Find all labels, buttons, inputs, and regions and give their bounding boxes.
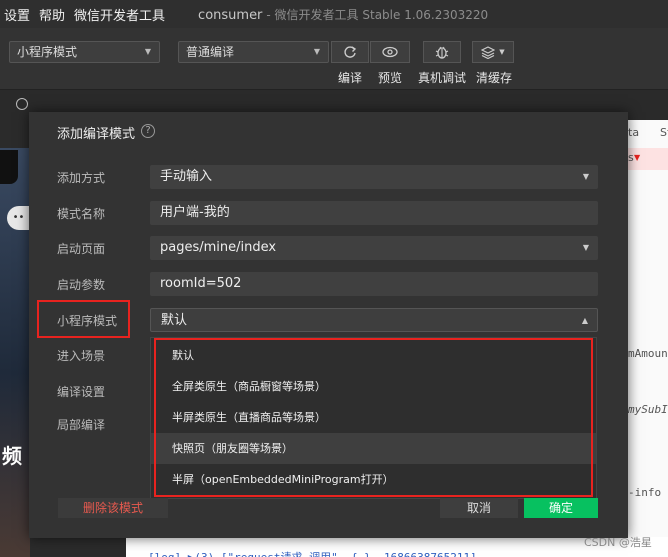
triangle-icon: ▼: [634, 153, 641, 162]
partial-compile-label: 局部编译: [57, 418, 106, 432]
mode-select-value: 小程序模式: [17, 45, 78, 59]
annotation-highlight-dropdown: [154, 338, 593, 497]
preview-label: 预览: [378, 71, 403, 85]
confirm-button[interactable]: 确定: [524, 498, 598, 518]
mode-name-value: 用户端-我的: [160, 205, 230, 220]
remote-debug-label: 真机调试: [418, 71, 467, 85]
menu-bar: 设置 帮助 微信开发者工具 consumer - 微信开发者工具 Stable 1…: [0, 0, 668, 28]
preview-button[interactable]: [370, 41, 410, 63]
toolbar: 小程序模式 ▼ 普通编译 ▼ ▼ 编译 预览 真机调试 清缓存: [0, 28, 668, 90]
clear-cache-label: 清缓存: [476, 71, 513, 85]
refresh-icon: [344, 46, 357, 58]
mode-select[interactable]: 小程序模式 ▼: [9, 41, 160, 63]
console-log-line: [log] ▶(3) ["request请求 调用", {…}, 1686638…: [148, 549, 477, 557]
remote-debug-button[interactable]: [423, 41, 461, 63]
menu-wechat-devtools[interactable]: 微信开发者工具: [74, 5, 165, 24]
help-icon[interactable]: ?: [141, 124, 155, 138]
app-title: - 微信开发者工具 Stable 1.06.2303220: [266, 7, 489, 22]
chevron-down-icon: ▼: [313, 47, 320, 56]
inspector-tab-b[interactable]: St: [660, 126, 668, 139]
add-method-value: 手动输入: [160, 169, 213, 184]
compile-select-value: 普通编译: [186, 45, 235, 59]
project-name: consumer: [198, 7, 263, 23]
inspector-tab-a[interactable]: ta: [628, 126, 639, 139]
dialog-title: 添加编译模式: [57, 127, 136, 142]
start-params-label: 启动参数: [57, 278, 106, 292]
code-line: mySubI: [628, 403, 668, 416]
chevron-up-icon: ▲: [581, 316, 588, 325]
chevron-down-icon: ▼: [144, 47, 151, 56]
menu-settings[interactable]: 设置: [4, 5, 30, 24]
sim-capsule-button[interactable]: ••: [7, 206, 30, 230]
mini-mode-select[interactable]: 默认 ▲: [150, 308, 598, 332]
record-icon[interactable]: [16, 98, 28, 110]
eye-icon: [382, 46, 398, 58]
add-method-label: 添加方式: [57, 171, 106, 185]
start-page-select[interactable]: pages/mine/index ▼: [150, 236, 598, 260]
start-params-input[interactable]: roomId=502: [150, 272, 598, 296]
start-page-label: 启动页面: [57, 242, 106, 256]
chevron-down-icon: ▼: [582, 172, 589, 181]
mini-mode-value: 默认: [161, 313, 188, 328]
delete-mode-button[interactable]: 删除该模式: [58, 498, 168, 518]
add-method-select[interactable]: 手动输入 ▼: [150, 165, 598, 189]
clear-cache-button[interactable]: ▼: [472, 41, 514, 63]
start-page-value: pages/mine/index: [160, 240, 277, 255]
right-inspector: ta St s ▼ mAmount mySubI -info: [628, 120, 668, 557]
mode-name-label: 模式名称: [57, 207, 106, 221]
menu-help[interactable]: 帮助: [39, 5, 65, 24]
window-title: consumer - 微信开发者工具 Stable 1.06.2303220: [198, 6, 488, 23]
layers-icon: [481, 45, 496, 59]
simulator-preview: •• 频: [0, 148, 30, 557]
compile-label: 编译: [338, 71, 363, 85]
code-line: -info: [628, 486, 662, 499]
sim-phone-corner: [0, 150, 18, 184]
watermark: CSDN @浩星: [584, 536, 652, 549]
compile-select[interactable]: 普通编译 ▼: [178, 41, 329, 63]
start-params-value: roomId=502: [160, 276, 242, 291]
chevron-down-icon: ▼: [499, 48, 505, 56]
scene-label: 进入场景: [57, 349, 106, 363]
cancel-button[interactable]: 取消: [440, 498, 518, 518]
code-line: mAmount: [628, 347, 668, 360]
inspector-badge: s ▼: [628, 148, 668, 170]
sim-big-text: 频: [2, 444, 22, 468]
mode-name-input[interactable]: 用户端-我的: [150, 201, 598, 225]
inspector-badge-text: s: [628, 151, 634, 164]
bug-icon: [435, 46, 449, 59]
compile-settings-label: 编译设置: [57, 385, 106, 399]
compile-button[interactable]: [331, 41, 369, 63]
chevron-down-icon: ▼: [582, 243, 589, 252]
annotation-highlight-label: [37, 300, 130, 338]
